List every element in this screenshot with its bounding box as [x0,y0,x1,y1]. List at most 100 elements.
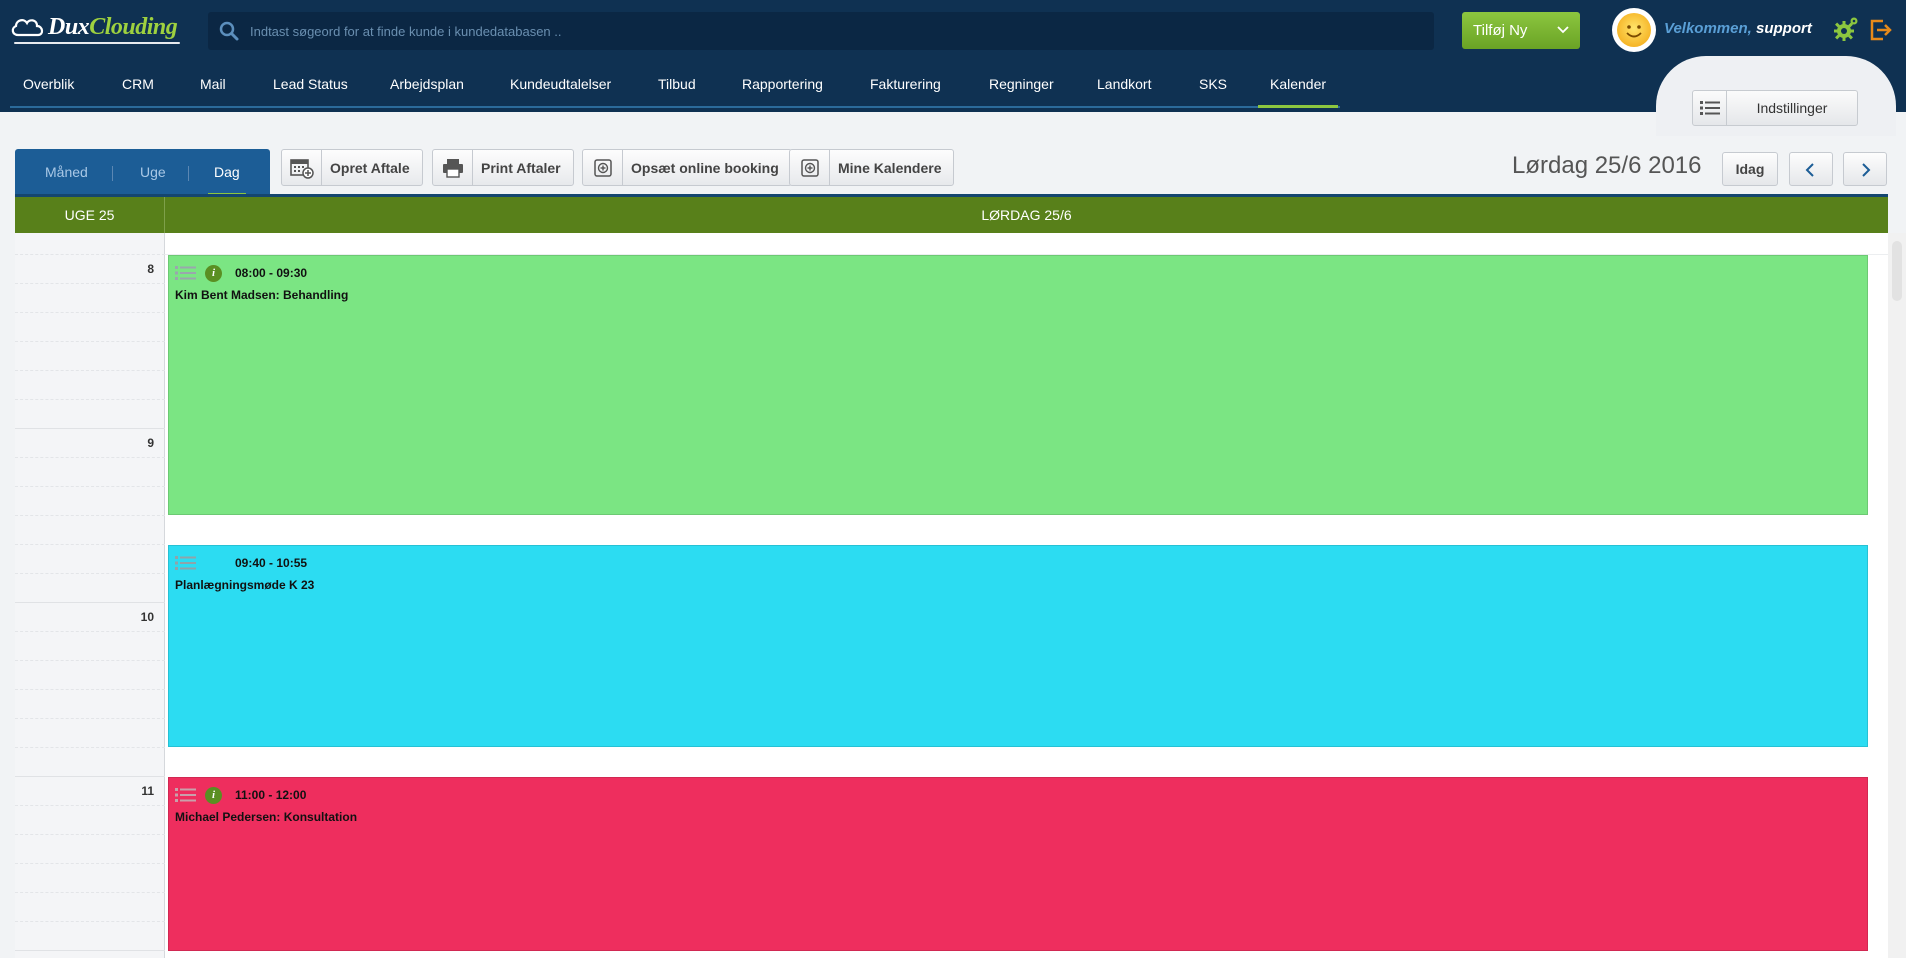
hour-label: 9 [147,436,154,450]
welcome-text: Velkommen, support [1664,20,1812,37]
grid-line [15,283,165,284]
grid-line [15,718,165,719]
nav-item-kalender[interactable]: Kalender [1257,60,1339,108]
grid-line [15,370,165,371]
create-appointment-label: Opret Aftale [330,159,410,176]
settings-button[interactable]: Indstillinger [1692,90,1858,126]
search-input[interactable] [250,23,1400,39]
hour-label: 11 [141,784,154,798]
search-icon [218,20,240,42]
tab-week[interactable]: Uge [140,149,166,196]
list-icon[interactable] [175,265,197,281]
print-appointments-button[interactable]: Print Aftaler [432,149,574,186]
tab-separator [112,166,113,181]
calendar-add-icon [282,150,322,185]
prev-day-button[interactable] [1789,152,1833,186]
nav-item-mail[interactable]: Mail [200,60,226,108]
logout-icon[interactable] [1868,17,1894,43]
calendar-event[interactable]: i 11:00 - 12:00 Michael Pedersen: Konsul… [168,777,1868,951]
list-icon[interactable] [175,555,197,571]
my-calendars-label: Mine Kalendere [838,159,942,176]
nav-item-crm[interactable]: CRM [122,60,154,108]
info-icon[interactable]: i [205,264,222,282]
grid-line [15,892,165,893]
calendar-scrollbar[interactable] [1888,233,1906,958]
calendar-header: UGE 25 LØRDAG 25/6 [15,197,1888,233]
chevron-right-icon [1859,161,1871,181]
online-booking-button[interactable]: Opsæt online booking [582,149,792,186]
top-bar: DuxClouding Tilføj Ny Velkommen, support [0,0,1906,60]
nav-item-regninger[interactable]: Regninger [989,60,1054,108]
grid-line [15,573,165,574]
welcome-prefix: Velkommen, [1664,20,1752,37]
grid-line [15,486,165,487]
nav-item-fakturering[interactable]: Fakturering [870,60,941,108]
create-appointment-button[interactable]: Opret Aftale [281,149,423,186]
customer-search[interactable] [208,12,1434,50]
nav-item-tilbud[interactable]: Tilbud [658,60,696,108]
chevron-left-icon [1805,161,1817,181]
grid-line [15,631,165,632]
nav-item-lead-status[interactable]: Lead Status [273,60,348,108]
scrollbar-thumb[interactable] [1892,241,1902,301]
avatar[interactable] [1612,8,1656,52]
hour-label: 8 [147,262,154,276]
tab-day[interactable]: Dag [208,149,246,196]
event-time: 09:40 - 10:55 [235,556,308,570]
logo[interactable]: DuxClouding [10,10,180,44]
grid-line [15,660,165,661]
grid-line [15,341,165,342]
list-icon [1693,91,1727,125]
calendar-body: 8 9 10 11 i 08:00 - 09:30 Kim Bent Madse… [15,233,1888,958]
event-title: Michael Pedersen: Konsultation [175,810,358,824]
grid-line [15,428,165,429]
tab-month[interactable]: Måned [45,149,88,196]
sun-avatar-icon [1617,13,1651,47]
week-label: UGE 25 [15,197,165,233]
add-box-icon [583,150,623,185]
add-new-dropdown[interactable]: Tilføj Ny [1462,12,1580,49]
grid-line [15,544,165,545]
online-booking-label: Opsæt online booking [631,159,779,176]
add-box-icon [790,150,830,185]
event-title: Kim Bent Madsen: Behandling [175,288,349,302]
grid-line [15,457,165,458]
grid-line [15,515,165,516]
my-calendars-button[interactable]: Mine Kalendere [789,149,955,186]
nav-item-landkort[interactable]: Landkort [1097,60,1151,108]
next-day-button[interactable] [1843,152,1887,186]
grid-line [15,602,165,603]
nav-item-kundeudtalelser[interactable]: Kundeudtalelser [510,60,611,108]
info-icon[interactable]: i [205,786,222,804]
grid-line [15,254,165,255]
grid-line [15,399,165,400]
calendar-event[interactable]: 09:40 - 10:55 Planlægningsmøde K 23 [168,545,1868,747]
logo-text: DuxClouding [48,13,178,40]
gear-icon[interactable] [1832,15,1860,43]
day-label: LØRDAG 25/6 [981,207,1072,223]
nav-item-sks[interactable]: SKS [1199,60,1227,108]
print-appointments-label: Print Aftaler [481,159,561,176]
today-button[interactable]: Idag [1722,152,1778,186]
grid-line [15,747,165,748]
grid-line [15,776,165,777]
event-time: 11:00 - 12:00 [235,788,307,802]
grid-line [15,950,165,951]
list-icon[interactable] [175,787,197,803]
event-header [175,554,197,572]
grid-line [15,834,165,835]
nav-item-overblik[interactable]: Overblik [23,60,74,108]
grid-line [15,863,165,864]
nav-item-arbejdsplan[interactable]: Arbejdsplan [390,60,464,108]
chevron-down-icon [1556,22,1570,39]
welcome-user: support [1755,20,1812,37]
nav-item-rapportering[interactable]: Rapportering [742,60,823,108]
grid-line [15,689,165,690]
calendar-event[interactable]: i 08:00 - 09:30 Kim Bent Madsen: Behandl… [168,255,1868,515]
add-new-label: Tilføj Ny [1473,22,1528,39]
tab-separator [188,166,189,181]
grid-line [15,312,165,313]
event-header: i [175,264,222,282]
view-tabs: Måned Uge Dag [15,149,270,196]
logo-swoosh [14,42,180,44]
